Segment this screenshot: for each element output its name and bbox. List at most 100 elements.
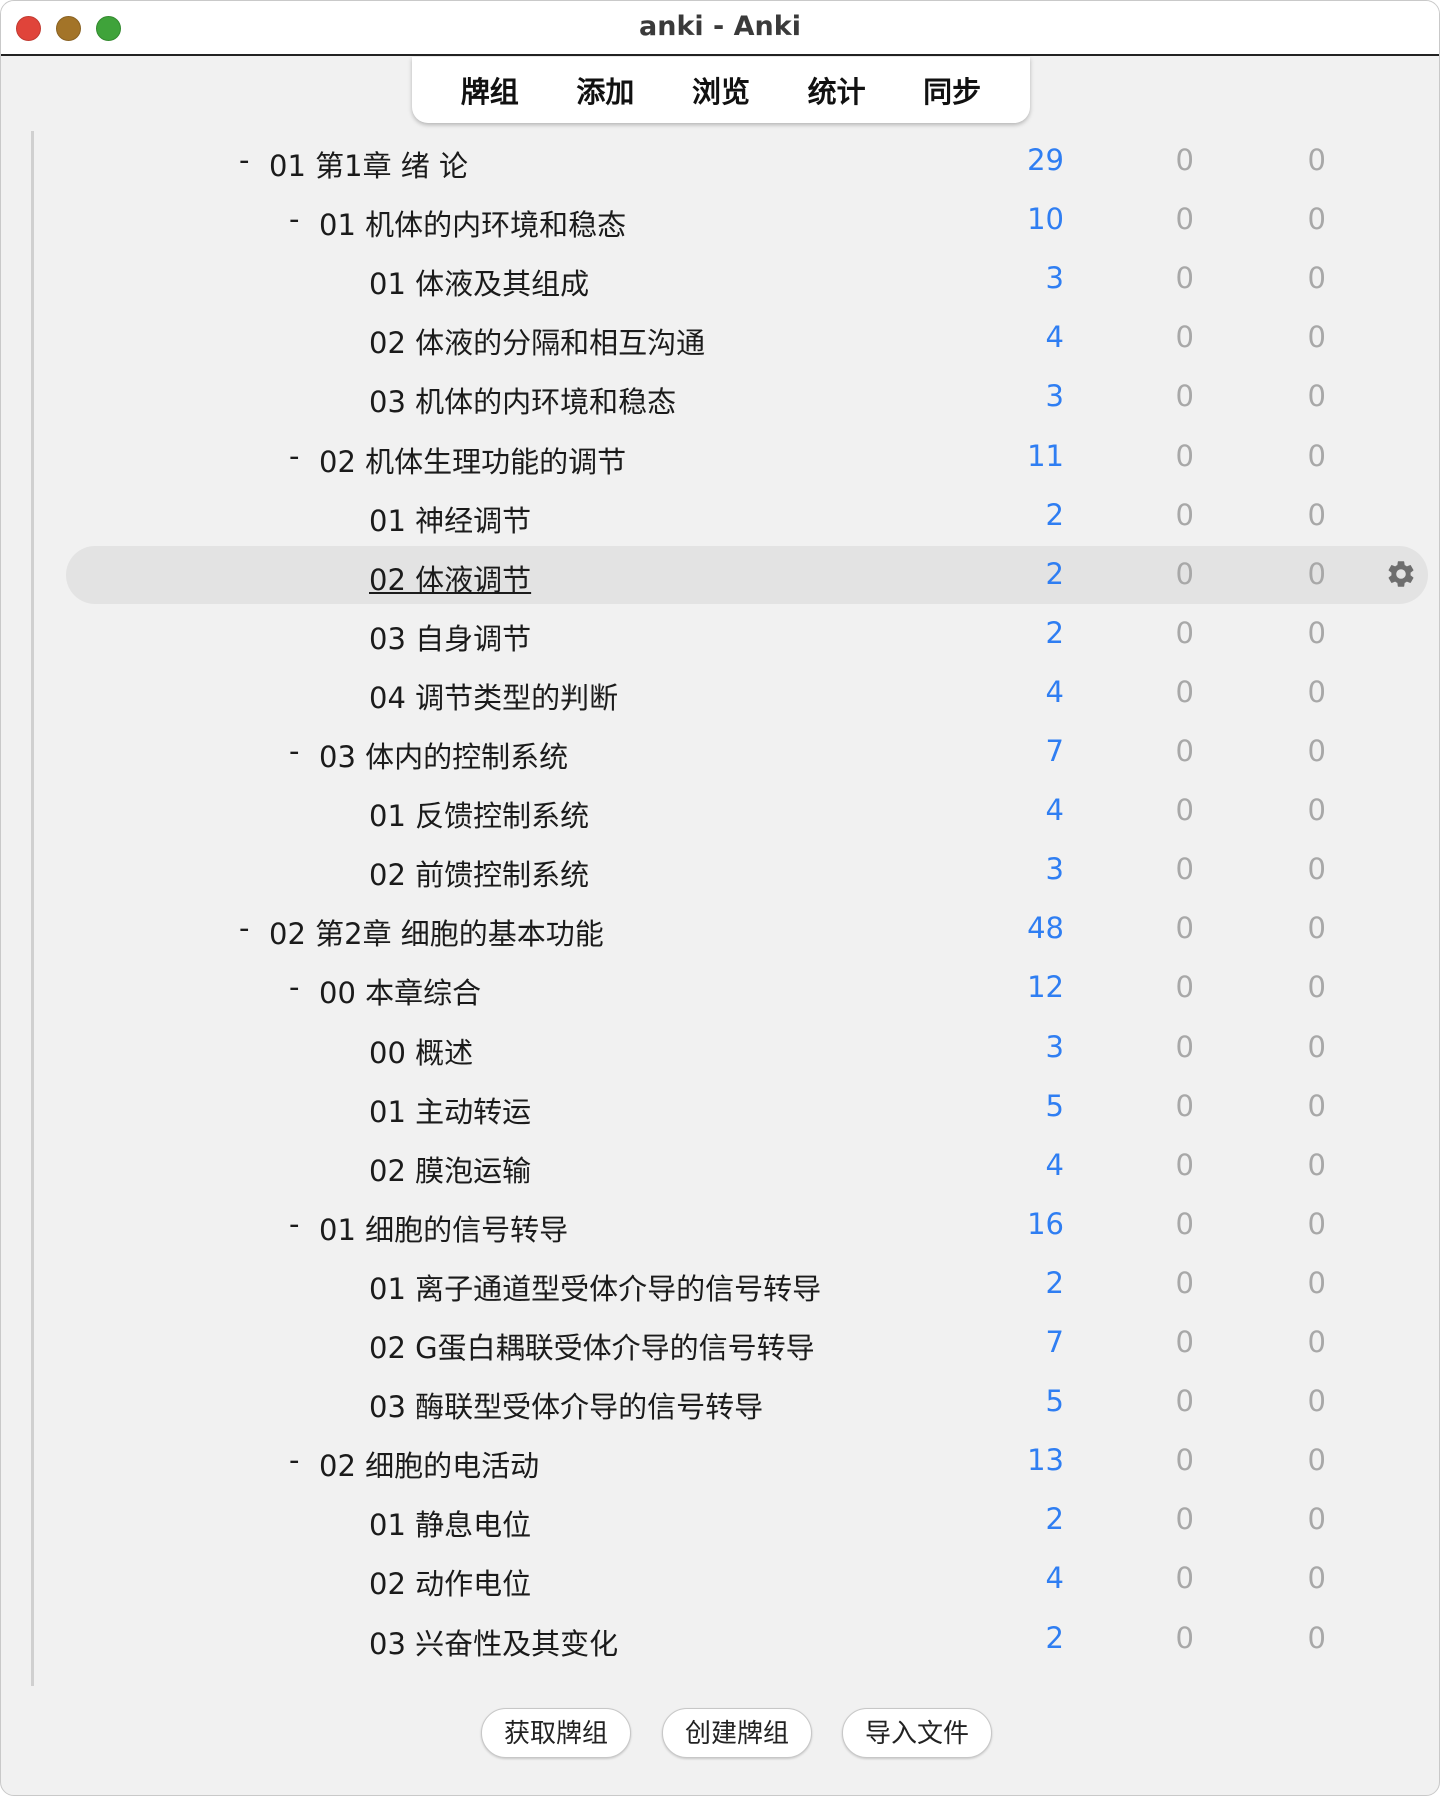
deck-name[interactable]: 02 第2章 细胞的基本功能	[269, 911, 604, 953]
deck-name[interactable]: 02 体液的分隔和相互沟通	[369, 320, 705, 362]
deck-name[interactable]: 04 调节类型的判断	[369, 675, 618, 717]
due-count: 0	[1307, 261, 1326, 295]
deck-name[interactable]: 00 本章综合	[319, 970, 481, 1012]
deck-name[interactable]: 03 机体的内环境和稳态	[369, 379, 676, 421]
collapse-toggle[interactable]: -	[289, 1443, 299, 1477]
deck-name[interactable]: 03 兴奋性及其变化	[369, 1621, 618, 1663]
deck-name[interactable]: 02 前馈控制系统	[369, 852, 589, 894]
learn-count: 0	[1175, 143, 1194, 177]
new-count: 4	[1045, 793, 1064, 827]
deck-name[interactable]: 01 细胞的信号转导	[319, 1207, 568, 1249]
deck-row[interactable]: 03 自身调节 2 0 0	[34, 604, 1439, 663]
deck-row[interactable]: 02 体液的分隔和相互沟通 4 0 0	[34, 308, 1439, 367]
learn-count: 0	[1175, 734, 1194, 768]
deck-row[interactable]: -02 机体生理功能的调节 11 0 0	[34, 427, 1439, 486]
deck-name[interactable]: 03 体内的控制系统	[319, 734, 568, 776]
deck-name[interactable]: 01 体液及其组成	[369, 261, 589, 303]
deck-row[interactable]: 02 前馈控制系统 3 0 0	[34, 840, 1439, 899]
new-count: 48	[1027, 911, 1064, 945]
collapse-toggle[interactable]: -	[289, 439, 299, 473]
deck-row[interactable]: 03 酶联型受体介导的信号转导 5 0 0	[34, 1372, 1439, 1431]
learn-count: 0	[1175, 1030, 1194, 1064]
due-count: 0	[1307, 852, 1326, 886]
gear-icon[interactable]	[1384, 557, 1418, 591]
deck-name[interactable]: 01 主动转运	[369, 1089, 531, 1131]
create-deck-button[interactable]: 创建牌组	[662, 1708, 812, 1758]
deck-name[interactable]: 01 机体的内环境和稳态	[319, 202, 626, 244]
collapse-toggle[interactable]: -	[239, 143, 249, 177]
deck-name[interactable]: 02 体液调节	[369, 557, 531, 599]
deck-name[interactable]: 02 动作电位	[369, 1561, 531, 1603]
due-count: 0	[1307, 911, 1326, 945]
deck-row[interactable]: 01 体液及其组成 3 0 0	[34, 249, 1439, 308]
deck-name[interactable]: 01 第1章 绪 论	[269, 143, 468, 185]
collapse-toggle[interactable]: -	[289, 734, 299, 768]
deck-row[interactable]: -02 细胞的电活动 13 0 0	[34, 1431, 1439, 1490]
learn-count: 0	[1175, 1621, 1194, 1655]
deck-row[interactable]: -02 第2章 细胞的基本功能 48 0 0	[34, 899, 1439, 958]
import-file-button[interactable]: 导入文件	[842, 1708, 992, 1758]
toolbar-stats[interactable]: 统计	[800, 69, 874, 111]
due-count: 0	[1307, 734, 1326, 768]
anki-window: anki - Anki 牌组 添加 浏览 统计 同步 -01 第1章 绪 论 29…	[0, 0, 1440, 1796]
get-shared-button[interactable]: 获取牌组	[481, 1708, 631, 1758]
new-count: 3	[1045, 852, 1064, 886]
deck-row[interactable]: -00 本章综合 12 0 0	[34, 958, 1439, 1017]
toolbar-decks[interactable]: 牌组	[453, 69, 527, 111]
new-count: 3	[1045, 1030, 1064, 1064]
new-count: 16	[1027, 1207, 1064, 1241]
deck-row[interactable]: 04 调节类型的判断 4 0 0	[34, 663, 1439, 722]
collapse-toggle[interactable]: -	[239, 911, 249, 945]
deck-name[interactable]: 01 反馈控制系统	[369, 793, 589, 835]
learn-count: 0	[1175, 1502, 1194, 1536]
new-count: 2	[1045, 557, 1064, 591]
deck-row[interactable]: 01 主动转运 5 0 0	[34, 1077, 1439, 1136]
deck-row[interactable]: -01 机体的内环境和稳态 10 0 0	[34, 190, 1439, 249]
deck-name[interactable]: 02 机体生理功能的调节	[319, 439, 626, 481]
learn-count: 0	[1175, 379, 1194, 413]
toolbar-sync[interactable]: 同步	[915, 69, 989, 111]
deck-name[interactable]: 01 静息电位	[369, 1502, 531, 1544]
deck-row[interactable]: 01 静息电位 2 0 0	[34, 1490, 1439, 1549]
due-count: 0	[1307, 616, 1326, 650]
deck-name[interactable]: 02 G蛋白耦联受体介导的信号转导	[369, 1325, 815, 1367]
deck-row[interactable]: 00 概述 3 0 0	[34, 1018, 1439, 1077]
deck-name[interactable]: 01 离子通道型受体介导的信号转导	[369, 1266, 821, 1308]
deck-row[interactable]: 02 动作电位 4 0 0	[34, 1549, 1439, 1608]
deck-row[interactable]: 02 膜泡运输 4 0 0	[34, 1136, 1439, 1195]
due-count: 0	[1307, 1148, 1326, 1182]
deck-name[interactable]: 03 自身调节	[369, 616, 531, 658]
deck-row[interactable]: 03 机体的内环境和稳态 3 0 0	[34, 367, 1439, 426]
toolbar-browse[interactable]: 浏览	[684, 69, 758, 111]
new-count: 4	[1045, 320, 1064, 354]
due-count: 0	[1307, 1207, 1326, 1241]
deck-row[interactable]: -01 细胞的信号转导 16 0 0	[34, 1195, 1439, 1254]
deck-row[interactable]: -01 第1章 绪 论 29 0 0	[34, 131, 1439, 190]
learn-count: 0	[1175, 202, 1194, 236]
learn-count: 0	[1175, 852, 1194, 886]
deck-name[interactable]: 02 膜泡运输	[369, 1148, 531, 1190]
learn-count: 0	[1175, 261, 1194, 295]
due-count: 0	[1307, 1443, 1326, 1477]
deck-row[interactable]: 03 兴奋性及其变化 2 0 0	[34, 1609, 1439, 1668]
deck-name[interactable]: 01 神经调节	[369, 498, 531, 540]
deck-name[interactable]: 00 概述	[369, 1030, 473, 1072]
deck-row[interactable]: 01 神经调节 2 0 0	[34, 486, 1439, 545]
new-count: 5	[1045, 1384, 1064, 1418]
toolbar-add[interactable]: 添加	[568, 69, 642, 111]
collapse-toggle[interactable]: -	[289, 202, 299, 236]
new-count: 2	[1045, 616, 1064, 650]
deck-row[interactable]: 01 离子通道型受体介导的信号转导 2 0 0	[34, 1254, 1439, 1313]
collapse-toggle[interactable]: -	[289, 970, 299, 1004]
deck-row[interactable]: 02 G蛋白耦联受体介导的信号转导 7 0 0	[34, 1313, 1439, 1372]
new-count: 5	[1045, 1089, 1064, 1123]
due-count: 0	[1307, 793, 1326, 827]
deck-name[interactable]: 02 细胞的电活动	[319, 1443, 539, 1485]
deck-row[interactable]: -03 体内的控制系统 7 0 0	[34, 722, 1439, 781]
deck-name[interactable]: 03 酶联型受体介导的信号转导	[369, 1384, 763, 1426]
collapse-toggle[interactable]: -	[289, 1207, 299, 1241]
deck-row[interactable]: 01 反馈控制系统 4 0 0	[34, 781, 1439, 840]
deck-row-selected[interactable]: 02 体液调节 2 0 0	[34, 545, 1439, 604]
learn-count: 0	[1175, 616, 1194, 650]
due-count: 0	[1307, 439, 1326, 473]
